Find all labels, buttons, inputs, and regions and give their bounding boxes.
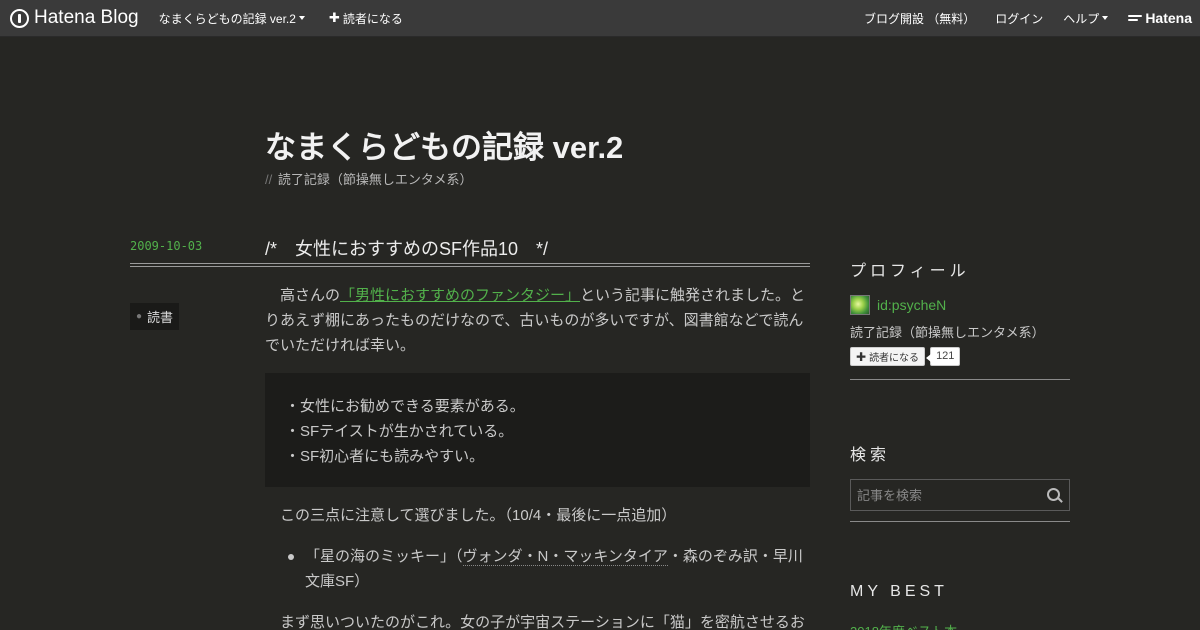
start-blog-link[interactable]: ブログ開設 （無料）	[864, 10, 975, 27]
hatena-blog-logo-icon	[10, 8, 29, 28]
sidebar-subscribe: ✚ 読者になる 121	[850, 347, 961, 366]
entry-notice: この三点に注意して選びました。（10/4・最後に一点追加）	[280, 507, 677, 524]
intro-before: 高さんの	[280, 287, 341, 304]
profile-description: 読了記録（節操無しエンタメ系）	[850, 325, 1045, 340]
blog-description: // 読了記録（節操無しエンタメ系）	[265, 169, 472, 188]
search-form	[850, 479, 1070, 511]
best-book-link[interactable]: 2018年度ベスト本	[850, 621, 957, 630]
criteria-line: ・SF初心者にも読みやすい。	[285, 448, 485, 465]
subscribe-button[interactable]: ✚ 読者になる	[329, 10, 403, 27]
help-menu[interactable]: ヘルプ	[1063, 10, 1109, 27]
avatar[interactable]	[850, 295, 870, 315]
hatena-logo[interactable]: Hatena	[1128, 10, 1192, 26]
entry-title[interactable]: /* 女性におすすめのSF作品10 */	[265, 235, 548, 261]
search-input[interactable]	[851, 487, 1041, 503]
blog-name-menu[interactable]: なまくらどもの記録 ver.2	[159, 10, 305, 27]
hatena-blog-logo-text: Hatena Blog	[34, 7, 139, 28]
book1-author-keyword[interactable]: ヴォンダ・N・マッキンタイア	[462, 548, 668, 566]
category-label: 読書	[147, 310, 174, 325]
subscriber-count[interactable]: 121	[926, 347, 961, 366]
header-right-menu: ブログ開設 （無料） ログイン ヘルプ Hatena	[844, 10, 1192, 27]
profile-heading: プロフィール	[850, 263, 970, 280]
help-label: ヘルプ	[1063, 11, 1100, 26]
category-tag[interactable]: ● 読書	[130, 303, 180, 330]
entry-intro: 高さんの「男性におすすめのファンタジー」という記事に触発されました。とりあえず棚…	[265, 283, 810, 358]
best-heading: MY BEST	[850, 583, 948, 600]
entry-date[interactable]: 2009-10-03	[130, 239, 202, 253]
entry-paragraph: まず思いついたのがこれ。女の子が宇宙ステーションに「猫」を密航させるお	[280, 614, 805, 630]
blog-title[interactable]: なまくらどもの記録 ver.2	[265, 122, 623, 167]
entry-divider	[130, 263, 810, 267]
sidebar-divider	[850, 379, 1070, 380]
hatena-mark-icon	[1128, 13, 1143, 23]
hatena-logo-text: Hatena	[1145, 10, 1192, 26]
chevron-down-icon	[298, 16, 305, 20]
search-icon[interactable]	[1041, 480, 1069, 510]
profile-user[interactable]: id:psycheN	[850, 295, 946, 315]
sidebar-subscribe-button[interactable]: ✚ 読者になる	[850, 347, 926, 366]
hatena-blog-logo[interactable]: Hatena Blog	[10, 7, 139, 29]
criteria-line: ・SFテイストが生かされている。	[285, 423, 514, 440]
global-header: Hatena Blog なまくらどもの記録 ver.2 ✚ 読者になる ブログ開…	[0, 0, 1200, 37]
list-item: 「星の海のミッキー」（ヴォンダ・N・マッキンタイア・森のぞみ訳・早川文庫SF）	[288, 544, 810, 594]
profile-id-link[interactable]: id:psycheN	[877, 297, 946, 313]
plus-icon: ✚	[328, 10, 340, 25]
plus-icon: ✚	[856, 349, 867, 364]
search-heading: 検索	[850, 447, 891, 464]
description-text: 読了記録（節操無しエンタメ系）	[277, 172, 473, 187]
description-prefix: //	[265, 172, 273, 187]
book1-title: 「星の海のミッキー」（	[305, 548, 463, 565]
sidebar-subscribe-label: 読者になる	[869, 353, 920, 364]
criteria-blockquote: ・女性にお勧めできる要素がある。 ・SFテイストが生かされている。 ・SF初心者…	[265, 373, 810, 487]
subscribe-label: 読者になる	[342, 11, 403, 26]
fantasy-article-link[interactable]: 「男性におすすめのファンタジー」	[340, 287, 580, 304]
bullet-icon: ●	[136, 311, 143, 322]
sidebar-divider	[850, 521, 1070, 522]
login-link[interactable]: ログイン	[995, 10, 1043, 27]
book-list: 「星の海のミッキー」（ヴォンダ・N・マッキンタイア・森のぞみ訳・早川文庫SF）	[265, 544, 810, 594]
chevron-down-icon	[1102, 16, 1109, 20]
blog-name-label: なまくらどもの記録 ver.2	[158, 11, 296, 26]
entry-content: 高さんの「男性におすすめのファンタジー」という記事に触発されました。とりあえず棚…	[265, 283, 810, 630]
criteria-line: ・女性にお勧めできる要素がある。	[285, 398, 525, 415]
